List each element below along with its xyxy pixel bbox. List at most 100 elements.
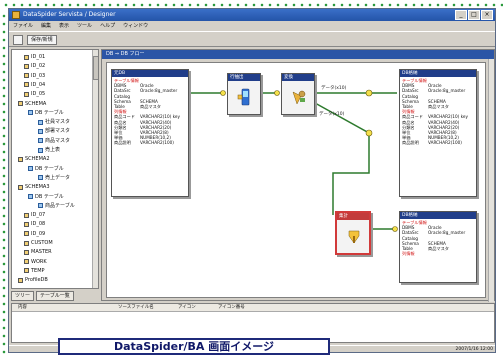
maximize-button[interactable]: □ bbox=[468, 10, 480, 20]
menu-tools[interactable]: ツール bbox=[77, 21, 92, 31]
node-field-value: Oracle:8g_master bbox=[428, 88, 466, 94]
tree-item[interactable]: 売上データ bbox=[38, 174, 70, 182]
window-controls: _ □ × bbox=[455, 10, 493, 20]
menu-view[interactable]: 表示 bbox=[59, 21, 69, 31]
designer-title: DB ⇒ DB フロー bbox=[102, 50, 494, 59]
tree-item-label: CUSTOM bbox=[31, 240, 53, 246]
table-icon bbox=[38, 175, 43, 181]
join-icon bbox=[348, 230, 360, 244]
step-filter[interactable]: 行抽出 bbox=[227, 73, 261, 115]
project-tree[interactable]: ID_01 ID_02 ID_03 ID_04 ID_05 SCHEMA DB テーブル 社員… bbox=[11, 49, 99, 289]
tab-table-list[interactable]: テーブル一覧 bbox=[36, 291, 74, 301]
tree-item[interactable]: SCHEMA3 bbox=[18, 183, 50, 191]
tree-item[interactable]: 社員マスタ bbox=[38, 118, 70, 126]
table-icon bbox=[38, 128, 43, 134]
menu-help[interactable]: ヘルプ bbox=[100, 21, 115, 31]
link-connector[interactable] bbox=[365, 89, 373, 97]
tree-item[interactable]: MASTER bbox=[24, 248, 52, 256]
tree-item[interactable]: DB テーブル bbox=[28, 109, 64, 117]
menu-window[interactable]: ウィンドウ bbox=[123, 21, 148, 31]
tree-item[interactable]: ID_09 bbox=[24, 230, 45, 238]
target-db-node-top[interactable]: DB格納 テーブル情報 DBMS Oracle DataSrc Oracle:8g_ma… bbox=[399, 69, 477, 197]
title-bar: DataSpider Servista / Designer _ □ × bbox=[9, 9, 495, 21]
link-connector[interactable] bbox=[392, 226, 398, 232]
tree-item[interactable]: TEMP bbox=[24, 267, 45, 275]
designer-canvas[interactable]: 元DB テーブル情報 DBMS Oracle DataSrc Oracle:8g_mas… bbox=[106, 62, 486, 298]
tree-item[interactable]: SCHEMA bbox=[18, 100, 46, 108]
tree-item[interactable]: ID_04 bbox=[24, 81, 45, 89]
log-col-icon[interactable]: アイコン bbox=[172, 304, 212, 311]
tree-item[interactable]: ID_02 bbox=[24, 62, 45, 70]
tree-item-label: WORK bbox=[31, 258, 47, 265]
database-icon bbox=[24, 91, 29, 97]
decorative-dotted-border-left bbox=[0, 10, 6, 355]
tree-item[interactable]: SCHEMA2 bbox=[18, 155, 50, 163]
table-icon bbox=[38, 119, 43, 125]
tree-item[interactable]: DB テーブル bbox=[28, 165, 64, 173]
table-icon bbox=[38, 203, 43, 209]
tree-item[interactable]: ProfileDB bbox=[18, 276, 48, 284]
tree-scroll-thumb[interactable] bbox=[93, 56, 98, 80]
node-field-key: 列情報 bbox=[402, 251, 415, 257]
target-bottom-title: DB格納 bbox=[400, 212, 476, 219]
tree-item[interactable]: 売上表 bbox=[38, 146, 60, 154]
node-field-value: VARCHAR2(100) bbox=[140, 140, 174, 146]
log-col-content[interactable]: 内容 bbox=[12, 304, 112, 311]
link-label-bottom: データ(x10) bbox=[319, 112, 345, 117]
node-field-value: Oracle:8g_master bbox=[140, 88, 178, 94]
table-icon bbox=[38, 138, 43, 144]
link-step2-to-step3 bbox=[314, 102, 370, 215]
tree-item-label: TEMP bbox=[31, 267, 45, 274]
tree-item[interactable]: CUSTOM bbox=[24, 239, 53, 247]
source-node-body: テーブル情報 DBMS Oracle DataSrc Oracle:8g_master C… bbox=[112, 77, 188, 147]
link-connector[interactable] bbox=[365, 129, 373, 137]
tree-item[interactable]: WORK bbox=[24, 258, 47, 266]
step-convert-title: 変換 bbox=[282, 74, 314, 81]
step-filter-title: 行抽出 bbox=[228, 74, 260, 81]
tree-item-label: ID_08 bbox=[31, 221, 46, 228]
tree-item[interactable]: 商品マスタ bbox=[38, 137, 70, 145]
close-button[interactable]: × bbox=[481, 10, 493, 20]
source-db-node[interactable]: 元DB テーブル情報 DBMS Oracle DataSrc Oracle:8g_mas… bbox=[111, 69, 189, 197]
tree-item[interactable]: DB テーブル bbox=[28, 193, 64, 201]
tree-item[interactable]: 商品テーブル bbox=[38, 202, 75, 210]
target-top-title: DB格納 bbox=[400, 70, 476, 77]
step-convert[interactable]: 変換 bbox=[281, 73, 315, 115]
menu-file[interactable]: ファイル bbox=[13, 21, 33, 31]
tree-item[interactable]: ID_08 bbox=[24, 220, 45, 228]
node-field-value: 商品マスタ bbox=[428, 104, 449, 110]
link-connector[interactable] bbox=[220, 90, 226, 96]
menu-bar: ファイル 編集 表示 ツール ヘルプ ウィンドウ bbox=[9, 21, 495, 31]
tab-tree[interactable]: ツリー bbox=[11, 291, 35, 301]
tree-item-label: 部署マスタ bbox=[45, 128, 71, 135]
tree-item[interactable]: ID_03 bbox=[24, 72, 45, 80]
node-field-row: 商品説明 VARCHAR2(100) bbox=[114, 140, 186, 145]
source-node-title: 元DB bbox=[112, 70, 188, 77]
database-icon bbox=[18, 156, 23, 162]
step-aggregate[interactable]: 集計 bbox=[335, 211, 371, 255]
toolbar-save-button[interactable]: 保存/新規 bbox=[27, 35, 57, 45]
tree-scrollbar[interactable] bbox=[92, 50, 98, 288]
log-col-icon-number[interactable]: アイコン番号 bbox=[212, 304, 272, 311]
tree-item-label: DB テーブル bbox=[35, 165, 64, 172]
tree-item[interactable]: 部署マスタ bbox=[38, 127, 70, 135]
tree-item-label: SCHEMA bbox=[25, 100, 47, 107]
new-file-icon[interactable] bbox=[13, 35, 23, 45]
node-field-row: 列情報 bbox=[402, 251, 474, 256]
toolbar: 保存/新規 bbox=[9, 31, 495, 47]
target-db-node-bottom[interactable]: DB格納 テーブル情報 DBMS Oracle DataSrc Oracle:8g_ma… bbox=[399, 211, 477, 283]
designer-scrollbar[interactable] bbox=[488, 59, 494, 302]
table-icon bbox=[38, 147, 43, 153]
menu-edit[interactable]: 編集 bbox=[41, 21, 51, 31]
tree-item-label: 社員マスタ bbox=[45, 119, 71, 126]
tree-item[interactable]: ID_07 bbox=[24, 211, 45, 219]
tree-item[interactable]: ID_05 bbox=[24, 90, 45, 98]
link-connector[interactable] bbox=[274, 90, 280, 96]
log-col-source[interactable]: ソースファイル名 bbox=[112, 304, 172, 311]
minimize-button[interactable]: _ bbox=[455, 10, 467, 20]
node-field-key: 商品説明 bbox=[402, 140, 419, 146]
tree-item-label: ID_01 bbox=[31, 54, 46, 60]
node-field-key: 商品説明 bbox=[114, 140, 131, 146]
database-icon bbox=[24, 249, 29, 255]
tree-item[interactable]: ID_01 bbox=[24, 53, 45, 61]
